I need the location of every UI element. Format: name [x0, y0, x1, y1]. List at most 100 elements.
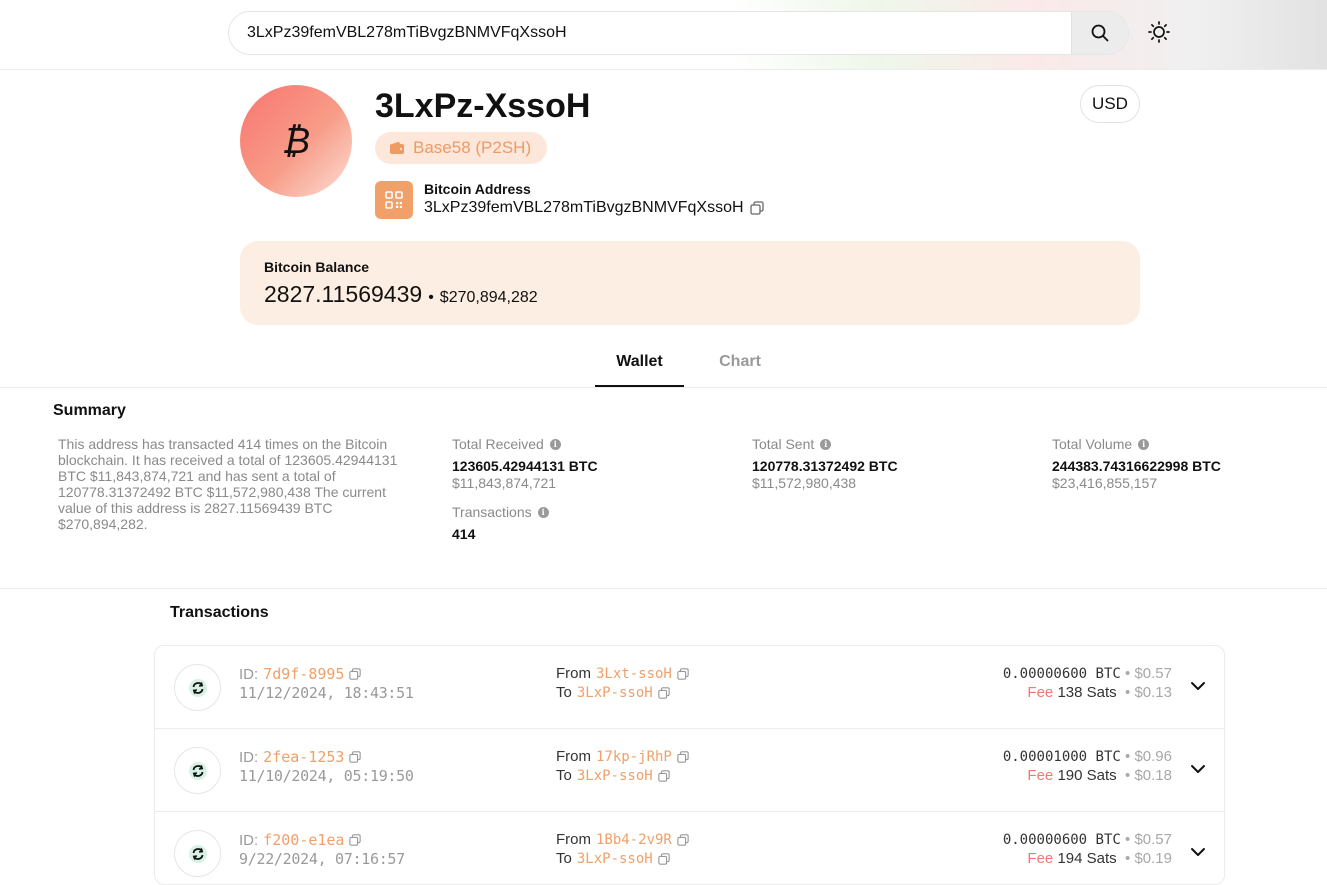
transaction-from: From 3Lxt-ssoH	[556, 665, 689, 682]
transaction-to: To 3LxP-ssoH	[556, 684, 670, 701]
search-button[interactable]	[1071, 12, 1128, 54]
bitcoin-avatar: ₿	[240, 85, 352, 197]
transaction-fee: Fee 138 Sats • $0.13	[1027, 684, 1172, 701]
transaction-amount: 0.00000600 BTC • $0.57	[1003, 665, 1172, 682]
refresh-icon	[174, 830, 221, 877]
full-address: 3LxPz39femVBL278mTiBvgzBNMVFqXssoH	[424, 199, 764, 217]
stat-btc: 244383.74316622998 BTC	[1052, 458, 1221, 474]
to-address-link[interactable]: 3LxP-ssoH	[577, 685, 653, 701]
transaction-from: From 17kp-jRhP	[556, 748, 689, 765]
fee-label: Fee	[1027, 684, 1054, 701]
summary-title: Summary	[53, 402, 126, 419]
info-icon[interactable]: i	[820, 438, 832, 450]
stat-label: Transactions	[452, 504, 532, 520]
stat-label: Total Volume	[1052, 436, 1133, 452]
fee-sats: 190 Sats	[1057, 767, 1117, 784]
amount-usd: $0.96	[1134, 748, 1172, 765]
from-address-link[interactable]: 1Bb4-2v9R	[596, 832, 672, 848]
fee-sats: 138 Sats	[1057, 684, 1117, 701]
to-address-link[interactable]: 3LxP-ssoH	[577, 768, 653, 784]
balance-separator: •	[428, 289, 434, 306]
bullet: •	[1125, 665, 1131, 682]
transaction-date: 9/22/2024, 07:16:57	[239, 850, 405, 868]
search-input[interactable]	[229, 12, 1072, 54]
fee-usd: $0.13	[1134, 684, 1172, 701]
stat-usd: $23,416,855,157	[1052, 475, 1158, 491]
copy-icon[interactable]	[677, 667, 689, 680]
top-bar	[0, 0, 1327, 70]
stat-btc: 123605.42944131 BTC	[452, 458, 598, 474]
full-address-text: 3LxPz39femVBL278mTiBvgzBNMVFqXssoH	[424, 199, 744, 216]
transaction-row[interactable]: ID: f200-e1ea 9/22/2024, 07:16:57 From 1Bb…	[155, 812, 1224, 884]
balance-usd: $270,894,282	[439, 289, 538, 306]
stat-label: Total Received	[452, 436, 544, 452]
stat-label: Total Sent	[752, 436, 815, 452]
stat-value: 414	[452, 526, 476, 542]
balance-value: 2827.11569439 • $270,894,282	[264, 281, 538, 308]
copy-icon[interactable]	[677, 833, 689, 846]
search-bar	[228, 11, 1129, 55]
wallet-icon	[390, 141, 404, 154]
sun-icon	[1148, 21, 1170, 43]
to-address-link[interactable]: 3LxP-ssoH	[577, 851, 653, 867]
info-icon[interactable]: i	[549, 438, 561, 450]
summary-description: This address has transacted 414 times on…	[58, 436, 398, 532]
copy-icon[interactable]	[349, 834, 362, 846]
balance-card: Bitcoin Balance 2827.11569439 • $270,894…	[240, 241, 1140, 325]
transaction-date: 11/10/2024, 05:19:50	[239, 767, 414, 785]
transaction-fee: Fee 190 Sats • $0.18	[1027, 767, 1172, 784]
transaction-id: ID: f200-e1ea	[239, 831, 362, 849]
to-label: To	[556, 684, 572, 701]
copy-icon[interactable]	[349, 668, 362, 680]
chevron-down-icon[interactable]	[1188, 759, 1208, 779]
currency-button[interactable]: USD	[1080, 85, 1140, 123]
stat-usd: $11,572,980,438	[752, 475, 857, 491]
address-type-badge: Base58 (P2SH)	[375, 132, 548, 164]
transaction-id-link[interactable]: 2fea-1253	[263, 748, 344, 766]
refresh-icon	[174, 664, 221, 711]
copy-icon[interactable]	[658, 852, 670, 865]
transaction-row[interactable]: ID: 2fea-1253 11/10/2024, 05:19:50 From 17…	[155, 729, 1224, 812]
amount-usd: $0.57	[1134, 831, 1172, 848]
theme-toggle-button[interactable]	[1145, 18, 1173, 46]
qr-code-button[interactable]	[375, 181, 413, 219]
copy-icon[interactable]	[658, 686, 670, 699]
transaction-fee: Fee 194 Sats • $0.19	[1027, 850, 1172, 867]
tab-chart[interactable]: Chart	[700, 353, 780, 371]
transaction-id-link[interactable]: 7d9f-8995	[263, 665, 344, 683]
info-icon[interactable]: i	[537, 506, 549, 518]
from-label: From	[556, 665, 591, 682]
from-label: From	[556, 831, 591, 848]
from-address-link[interactable]: 3Lxt-ssoH	[596, 666, 672, 682]
address-label: Bitcoin Address	[424, 181, 531, 197]
refresh-icon	[174, 747, 221, 794]
to-label: To	[556, 850, 572, 867]
transaction-id: ID: 7d9f-8995	[239, 665, 362, 683]
stat-total-sent: Total Sent i 120778.31372492 BTC $11,572,…	[752, 436, 898, 491]
from-address-link[interactable]: 17kp-jRhP	[596, 749, 672, 765]
from-label: From	[556, 748, 591, 765]
stat-btc: 120778.31372492 BTC	[752, 458, 898, 474]
id-label: ID:	[239, 748, 259, 766]
id-label: ID:	[239, 831, 259, 849]
chevron-down-icon[interactable]	[1188, 842, 1208, 862]
transaction-row[interactable]: ID: 7d9f-8995 11/12/2024, 18:43:51 From 3L…	[155, 646, 1224, 729]
bullet: •	[1125, 684, 1131, 701]
transaction-from: From 1Bb4-2v9R	[556, 831, 689, 848]
page-title: 3LxPz-XssoH	[375, 87, 591, 125]
bitcoin-icon: ₿	[281, 121, 311, 162]
copy-icon[interactable]	[349, 751, 362, 763]
transaction-id-link[interactable]: f200-e1ea	[263, 831, 344, 849]
tab-wallet[interactable]: Wallet	[595, 353, 684, 371]
copy-icon[interactable]	[658, 769, 670, 782]
copy-icon[interactable]	[749, 201, 764, 215]
amount-btc: 0.00000600 BTC	[1002, 832, 1121, 848]
transaction-id: ID: 2fea-1253	[239, 748, 362, 766]
info-icon[interactable]: i	[1138, 438, 1150, 450]
transaction-date: 11/12/2024, 18:43:51	[239, 684, 414, 702]
fee-usd: $0.19	[1134, 850, 1172, 867]
chevron-down-icon[interactable]	[1188, 676, 1208, 696]
transaction-amount: 0.00000600 BTC • $0.57	[1003, 831, 1172, 848]
balance-btc: 2827.11569439	[264, 281, 423, 307]
copy-icon[interactable]	[677, 750, 689, 763]
